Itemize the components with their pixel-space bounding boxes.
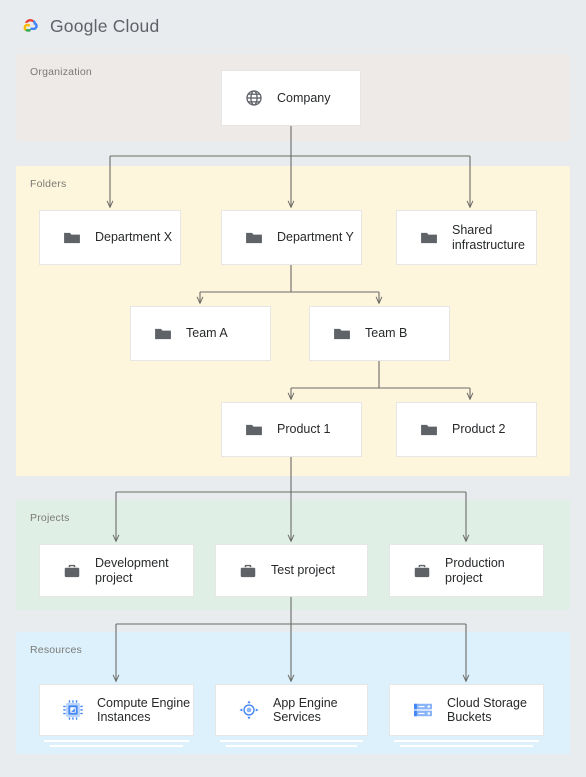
- node-cloud-storage-buckets[interactable]: Cloud Storage Buckets: [389, 684, 544, 736]
- node-department-y[interactable]: Department Y: [221, 210, 362, 265]
- folder-icon: [64, 232, 80, 243]
- briefcase-icon: [414, 564, 430, 577]
- stack-line-appengine-1: [220, 740, 363, 742]
- brand-name-google: Google: [50, 15, 108, 36]
- node-team-a[interactable]: Team A: [130, 306, 271, 361]
- node-department-y-label: Department Y: [277, 230, 354, 245]
- stack-line-compute-1: [44, 740, 189, 742]
- stack-line-storage-2: [400, 745, 533, 747]
- briefcase-icon: [240, 564, 256, 577]
- briefcase-icon: [64, 564, 80, 577]
- node-product-2-label: Product 2: [452, 422, 506, 437]
- globe-icon: [246, 90, 262, 106]
- stack-line-appengine-2: [226, 745, 357, 747]
- node-shared-infrastructure-label: Shared infrastructure: [452, 223, 525, 252]
- layer-resources-label: Resources: [30, 644, 82, 656]
- node-team-b[interactable]: Team B: [309, 306, 450, 361]
- node-test-project[interactable]: Test project: [215, 544, 368, 597]
- node-shared-infrastructure[interactable]: Shared infrastructure: [396, 210, 537, 265]
- node-production-project[interactable]: Production project: [389, 544, 544, 597]
- folder-icon: [421, 424, 437, 435]
- node-production-project-label: Production project: [445, 556, 505, 585]
- folder-icon: [246, 424, 262, 435]
- node-app-engine-services[interactable]: App Engine Services: [215, 684, 368, 736]
- storage-buckets-icon: [414, 703, 432, 717]
- stack-line-compute-2: [50, 745, 183, 747]
- node-department-x-label: Department X: [95, 230, 173, 245]
- node-product-2[interactable]: Product 2: [396, 402, 537, 457]
- node-product-1-label: Product 1: [277, 422, 331, 437]
- node-team-b-label: Team B: [365, 326, 408, 341]
- node-compute-engine-instances-label: Compute Engine Instances: [97, 695, 191, 725]
- node-test-project-label: Test project: [271, 563, 335, 578]
- cpu-chip-icon: [63, 700, 83, 720]
- node-app-engine-services-label: App Engine Services: [273, 695, 338, 725]
- google-cloud-logo-icon: [23, 18, 38, 32]
- folder-icon: [334, 328, 350, 339]
- node-cloud-storage-buckets-label: Cloud Storage Buckets: [447, 695, 527, 725]
- stack-line-storage-1: [394, 740, 539, 742]
- folder-icon: [155, 328, 171, 339]
- node-compute-engine-instances[interactable]: Compute Engine Instances: [39, 684, 194, 736]
- node-department-x[interactable]: Department X: [39, 210, 181, 265]
- node-company-label: Company: [277, 90, 331, 105]
- layer-projects-label: Projects: [30, 512, 70, 524]
- layer-organization-label: Organization: [30, 66, 92, 78]
- brand-name-cloud: Cloud: [112, 15, 160, 36]
- google-cloud-brand: Google Cloud: [16, 13, 159, 39]
- folder-icon: [421, 232, 437, 243]
- node-product-1[interactable]: Product 1: [221, 402, 362, 457]
- app-engine-icon: [239, 700, 259, 720]
- node-development-project-label: Development project: [95, 556, 169, 585]
- folder-icon: [246, 232, 262, 243]
- layer-folders-label: Folders: [30, 178, 67, 190]
- node-team-a-label: Team A: [186, 326, 228, 341]
- node-company[interactable]: Company: [221, 70, 361, 126]
- brand-text: Google Cloud: [50, 16, 159, 37]
- node-development-project[interactable]: Development project: [39, 544, 194, 597]
